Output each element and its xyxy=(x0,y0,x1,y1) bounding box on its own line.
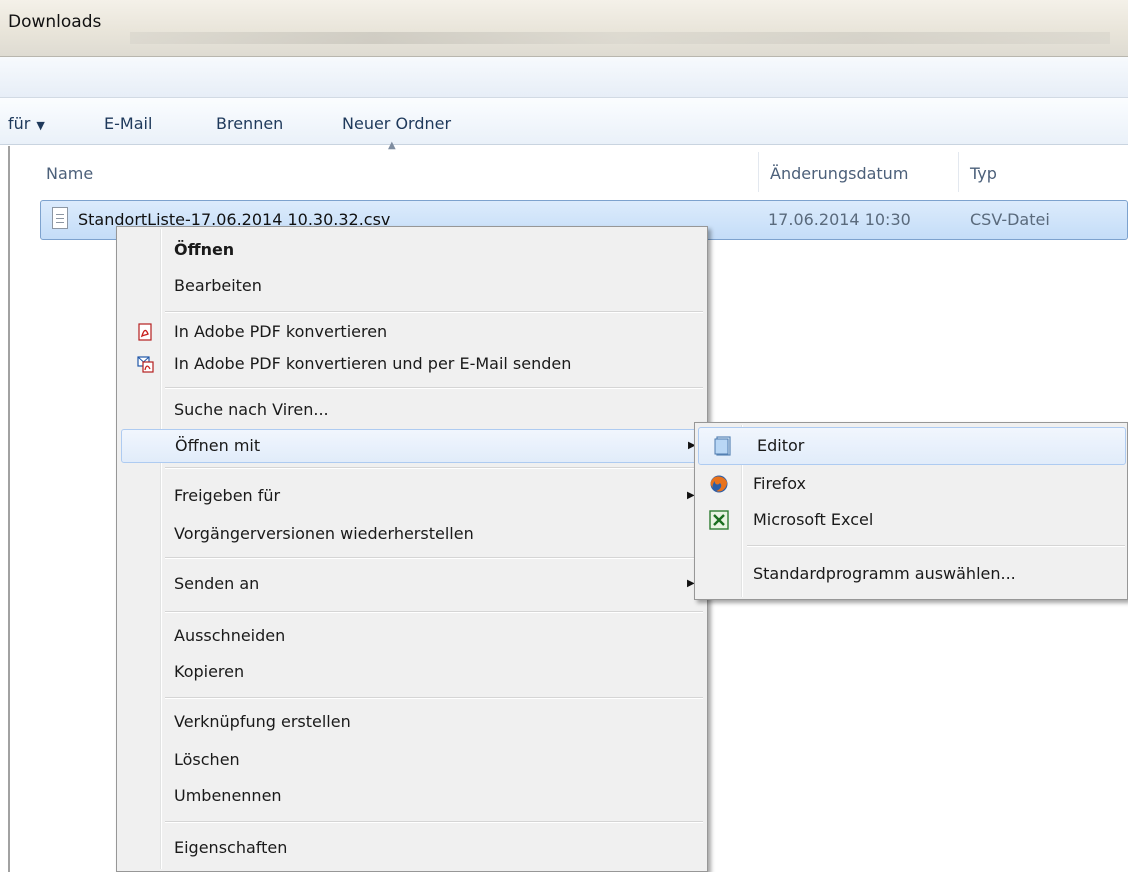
context-menu: Öffnen Bearbeiten In Adobe PDF konvertie… xyxy=(116,226,708,872)
menu-separator xyxy=(165,387,703,389)
menu-item-create-shortcut[interactable]: Verknüpfung erstellen xyxy=(119,705,705,739)
submenu-item-choose-default-label: Standardprogramm auswählen... xyxy=(753,564,1016,583)
file-date: 17.06.2014 10:30 xyxy=(768,210,911,229)
window-titlebar: Downloads xyxy=(0,0,1128,57)
new-folder-button[interactable]: Neuer Ordner xyxy=(342,114,451,133)
adobe-pdf-icon xyxy=(138,323,152,341)
submenu-item-editor[interactable]: Editor xyxy=(698,427,1126,465)
email-button[interactable]: E-Mail xyxy=(104,114,152,133)
menu-item-create-shortcut-label: Verknüpfung erstellen xyxy=(174,712,351,731)
submenu-item-excel-label: Microsoft Excel xyxy=(753,510,874,529)
csv-file-icon xyxy=(52,207,68,229)
burn-button[interactable]: Brennen xyxy=(216,114,283,133)
menu-item-virus-scan-label: Suche nach Viren... xyxy=(174,400,329,419)
menu-item-convert-pdf-email-label: In Adobe PDF konvertieren und per E-Mail… xyxy=(174,354,572,373)
menu-separator xyxy=(747,545,1125,547)
menu-item-virus-scan[interactable]: Suche nach Viren... xyxy=(119,393,705,427)
open-with-submenu: Editor Firefox Microsoft Excel Standardp… xyxy=(694,422,1128,600)
menu-separator xyxy=(165,697,703,699)
menu-item-properties-label: Eigenschaften xyxy=(174,838,288,857)
submenu-item-firefox[interactable]: Firefox xyxy=(697,467,1125,501)
menu-item-open[interactable]: Öffnen xyxy=(119,233,705,267)
menu-separator xyxy=(165,557,703,559)
column-separator[interactable] xyxy=(958,152,959,192)
menu-item-properties[interactable]: Eigenschaften xyxy=(119,831,705,865)
menu-item-rename[interactable]: Umbenennen xyxy=(119,779,705,813)
menu-item-delete-label: Löschen xyxy=(174,750,240,769)
adobe-pdf-email-icon xyxy=(137,356,154,373)
menu-item-send-to[interactable]: Senden an ▶ xyxy=(119,567,705,601)
menu-item-open-with[interactable]: Öffnen mit ▶ xyxy=(121,429,701,463)
command-toolbar: für ▼ E-Mail Brennen Neuer Ordner xyxy=(0,98,1128,145)
menu-item-convert-pdf-label: In Adobe PDF konvertieren xyxy=(174,322,388,341)
column-separator[interactable] xyxy=(758,152,759,192)
menu-item-share-with-label: Freigeben für xyxy=(174,486,281,505)
menu-item-cut[interactable]: Ausschneiden xyxy=(119,619,705,653)
window-title: Downloads xyxy=(8,12,102,32)
submenu-item-editor-label: Editor xyxy=(757,436,805,455)
menu-item-edit[interactable]: Bearbeiten xyxy=(119,269,705,303)
menu-item-copy[interactable]: Kopieren xyxy=(119,655,705,689)
navigation-pane-border xyxy=(8,146,10,872)
file-type: CSV-Datei xyxy=(970,210,1050,229)
menu-item-send-to-label: Senden an xyxy=(174,574,260,593)
menu-item-edit-label: Bearbeiten xyxy=(174,276,262,295)
menu-separator xyxy=(165,467,703,469)
share-with-label: für xyxy=(8,114,31,133)
excel-icon xyxy=(709,510,729,530)
menu-item-restore-versions[interactable]: Vorgängerversionen wiederherstellen xyxy=(119,517,705,551)
menu-item-open-label: Öffnen xyxy=(174,240,235,259)
menu-item-restore-versions-label: Vorgängerversionen wiederherstellen xyxy=(174,524,474,543)
notepad-icon xyxy=(714,436,731,456)
menu-separator xyxy=(165,821,703,823)
titlebar-blur xyxy=(130,32,1110,44)
menu-item-copy-label: Kopieren xyxy=(174,662,245,681)
menu-item-open-with-label: Öffnen mit xyxy=(175,436,261,455)
menu-separator xyxy=(165,311,703,313)
chevron-down-icon: ▼ xyxy=(36,119,45,132)
menu-separator xyxy=(165,611,703,613)
menu-item-cut-label: Ausschneiden xyxy=(174,626,286,645)
firefox-icon xyxy=(710,475,728,493)
menu-item-delete[interactable]: Löschen xyxy=(119,743,705,777)
menu-item-rename-label: Umbenennen xyxy=(174,786,282,805)
menu-item-share-with[interactable]: Freigeben für ▶ xyxy=(119,479,705,513)
submenu-item-choose-default[interactable]: Standardprogramm auswählen... xyxy=(697,557,1125,591)
submenu-item-firefox-label: Firefox xyxy=(753,474,806,493)
menu-item-convert-pdf-email[interactable]: In Adobe PDF konvertieren und per E-Mail… xyxy=(119,347,705,381)
share-with-button[interactable]: für ▼ xyxy=(8,114,45,133)
sort-ascending-icon: ▲ xyxy=(388,140,396,151)
address-bar[interactable] xyxy=(0,57,1128,98)
submenu-item-excel[interactable]: Microsoft Excel xyxy=(697,503,1125,537)
menu-item-convert-pdf[interactable]: In Adobe PDF konvertieren xyxy=(119,315,705,349)
